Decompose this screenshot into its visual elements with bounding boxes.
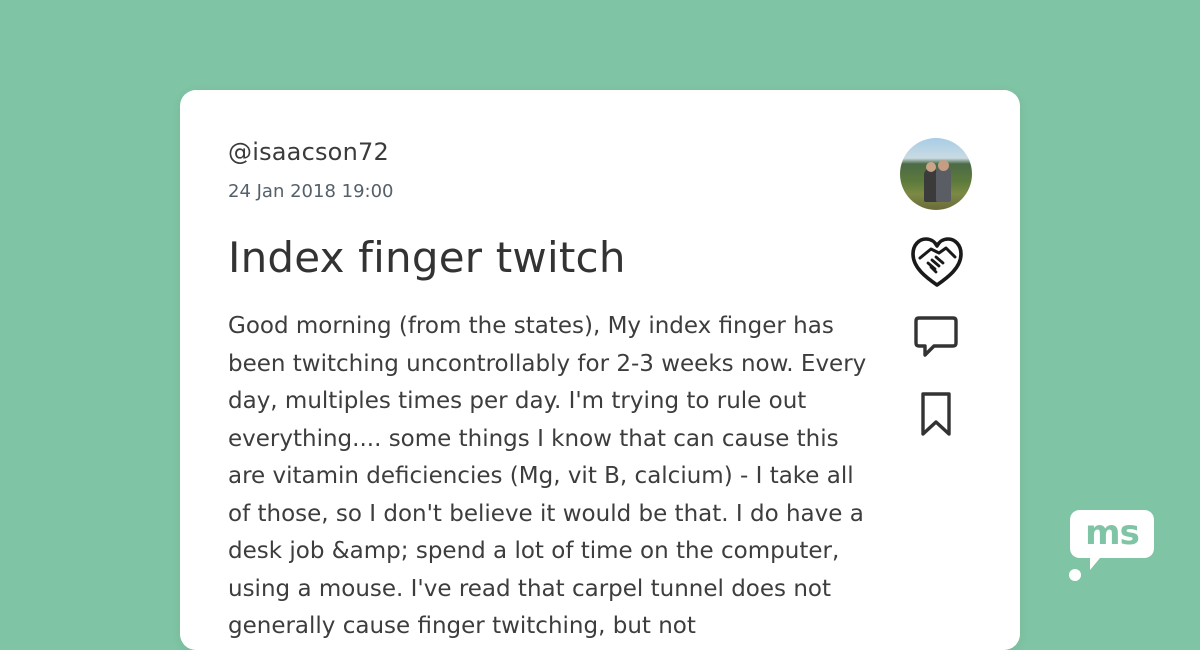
- avatar-person-right: [936, 166, 951, 202]
- comment-icon[interactable]: [912, 312, 960, 360]
- avatar-head-left: [926, 162, 936, 172]
- bookmark-icon[interactable]: [916, 390, 956, 438]
- post-username[interactable]: @isaacson72: [228, 136, 389, 168]
- hug-icon[interactable]: [909, 236, 965, 288]
- post-card: @isaacson72 24 Jan 2018 19:00 Index fing…: [180, 90, 1020, 650]
- post-title: Index finger twitch: [228, 233, 626, 282]
- post-timestamp: 24 Jan 2018 19:00: [228, 181, 394, 202]
- avatar[interactable]: [900, 138, 972, 210]
- page: { "post": { "username": "@isaacson72", "…: [0, 0, 1200, 650]
- post-body: Good morning (from the states), My index…: [228, 313, 867, 639]
- avatar-head-right: [938, 160, 949, 171]
- logo-text: ms: [1085, 513, 1140, 553]
